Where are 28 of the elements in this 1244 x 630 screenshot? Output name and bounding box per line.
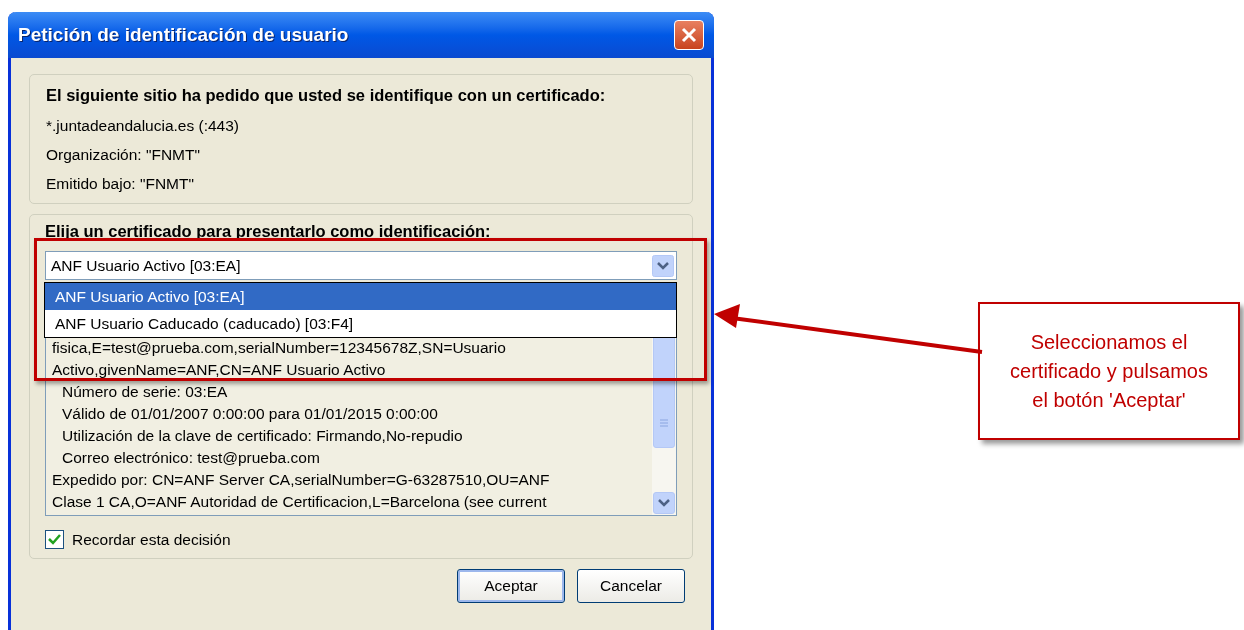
dialog-button[interactable]: Cancelar: [577, 569, 685, 603]
details-text: Válido de 01/01/2007 0:00:00 para 01/01/2015 0:00:00: [61, 404, 439, 424]
chevron-down-icon: [652, 254, 674, 277]
dialog-button[interactable]: Aceptar: [457, 569, 565, 603]
scroll-down-button[interactable]: [653, 492, 675, 514]
check-icon: [48, 534, 61, 546]
group-heading: El siguiente sitio ha pedido que usted se identifique con un certificado:: [46, 85, 607, 106]
site-info-text: Organización: "FNMT": [46, 145, 201, 165]
site-info-text: Emitido bajo: "FNMT": [46, 174, 195, 195]
details-text: Activo,givenName=ANF,CN=ANF Usuario Activo: [52, 360, 387, 380]
close-button[interactable]: [674, 20, 704, 50]
details-text: Clase 1 CA,O=ANF Autoridad de Certificacion,L=Barcelona (see current: [52, 492, 548, 512]
window-title: Petición de identificación de usuario: [18, 22, 349, 47]
site-info-text: *.juntadeandalucia.es (:443): [46, 115, 241, 136]
details-text: Utilización de la clave de certificado: Firmando,No-repudio: [61, 426, 464, 446]
chevron-down-icon: [658, 499, 670, 507]
certificate-dropdown[interactable]: ANF Usuario Activo [03:EA]: [45, 251, 677, 280]
dropdown-option[interactable]: ANF Usuario Activo [03:EA]: [45, 283, 676, 310]
details-text: Número de serie: 03:EA: [61, 382, 229, 402]
remember-checkbox[interactable]: [45, 530, 64, 550]
callout-text: Seleccionamos el certificado y pulsamos el botón 'Aceptar': [1009, 329, 1209, 413]
details-text: Correo electrónico: test@prueba.com: [61, 448, 321, 468]
details-text: Expedido por: CN=ANF Server CA,serialNumber=G-63287510,OU=ANF: [52, 470, 551, 490]
close-icon: [681, 27, 697, 43]
group-heading: Elija un certificado para presentarlo como identificación:: [45, 221, 492, 241]
details-text: fisica,E=test@prueba.com,serialNumber=12345678Z,SN=Usuario: [52, 338, 507, 358]
checkbox-label: Recordar esta decisión: [72, 530, 231, 550]
grip-icon: [659, 419, 669, 427]
